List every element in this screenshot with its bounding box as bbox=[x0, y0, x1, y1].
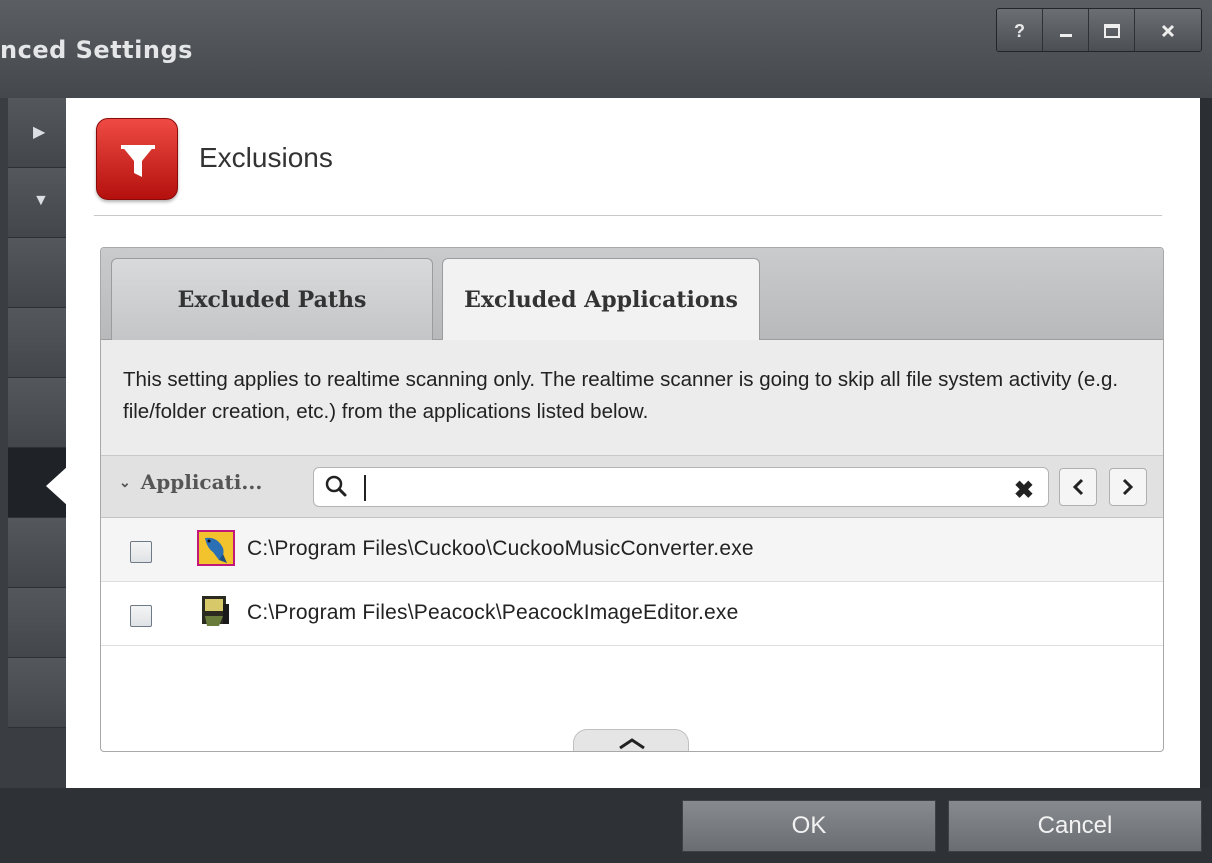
search-input[interactable]: ✖ bbox=[313, 467, 1049, 507]
funnel-icon bbox=[96, 118, 178, 200]
nav-item[interactable] bbox=[8, 518, 66, 588]
exclusions-container: Excluded Paths Excluded Applications Thi… bbox=[100, 247, 1164, 752]
down-arrow-icon: ▼ bbox=[33, 192, 49, 209]
advanced-settings-window: nced Settings ? ▶ ▼ Exclusions Excluded … bbox=[0, 0, 1212, 863]
page-title: Exclusions bbox=[199, 142, 333, 173]
cancel-button[interactable]: Cancel bbox=[948, 800, 1202, 852]
nav-item[interactable] bbox=[8, 308, 66, 378]
chevron-up-icon bbox=[619, 738, 645, 750]
nav-item[interactable] bbox=[8, 378, 66, 448]
minimize-button[interactable] bbox=[1043, 9, 1089, 51]
tab-excluded-paths[interactable]: Excluded Paths bbox=[111, 258, 433, 340]
title-bar: nced Settings ? bbox=[0, 0, 1212, 98]
help-button[interactable]: ? bbox=[997, 9, 1043, 51]
app-path: C:\Program Files\Peacock\PeacockImageEdi… bbox=[247, 601, 739, 624]
footer: OK Cancel bbox=[0, 788, 1212, 863]
description-text: This setting applies to realtime scannin… bbox=[101, 340, 1163, 456]
ok-button[interactable]: OK bbox=[682, 800, 936, 852]
close-button[interactable] bbox=[1135, 9, 1201, 51]
chevron-right-icon bbox=[1122, 478, 1134, 496]
list-item[interactable]: C:\Program Files\Peacock\PeacockImageEdi… bbox=[101, 582, 1163, 646]
search-icon bbox=[325, 475, 347, 497]
cuckoo-app-icon bbox=[197, 530, 235, 566]
list-item[interactable]: C:\Program Files\Cuckoo\CuckooMusicConve… bbox=[101, 518, 1163, 582]
nav-item[interactable] bbox=[8, 588, 66, 658]
text-caret bbox=[364, 475, 366, 501]
chevron-left-icon bbox=[1072, 478, 1084, 496]
tab-excluded-applications[interactable]: Excluded Applications bbox=[442, 258, 760, 341]
app-checkbox[interactable] bbox=[130, 605, 152, 627]
divider bbox=[94, 215, 1162, 216]
close-icon bbox=[1161, 24, 1175, 38]
next-button[interactable] bbox=[1109, 468, 1147, 506]
clear-search-icon[interactable]: ✖ bbox=[1014, 476, 1034, 505]
collapse-handle[interactable] bbox=[573, 729, 689, 751]
column-header-applications[interactable]: ⌄ Applicati... bbox=[119, 470, 262, 494]
app-checkbox[interactable] bbox=[130, 541, 152, 563]
play-arrow-icon: ▶ bbox=[33, 124, 46, 141]
minimize-icon bbox=[1059, 34, 1072, 37]
app-path: C:\Program Files\Cuckoo\CuckooMusicConve… bbox=[247, 537, 754, 560]
nav-selection-pointer bbox=[46, 466, 68, 506]
chevron-down-icon: ⌄ bbox=[119, 475, 131, 491]
window-title: nced Settings bbox=[0, 36, 193, 64]
nav-expand-button[interactable]: ▶ bbox=[8, 98, 66, 168]
nav-item[interactable] bbox=[8, 238, 66, 308]
previous-button[interactable] bbox=[1059, 468, 1097, 506]
column-header-label: Applicati... bbox=[140, 470, 263, 494]
nav-item[interactable] bbox=[8, 658, 66, 728]
peacock-app-icon bbox=[202, 596, 229, 626]
main-panel: Exclusions Excluded Paths Excluded Appli… bbox=[66, 98, 1200, 788]
filter-bar: ⌄ Applicati... ✖ bbox=[101, 456, 1163, 518]
tab-strip: Excluded Paths Excluded Applications bbox=[101, 248, 1163, 341]
nav-collapse-button[interactable]: ▼ bbox=[8, 168, 66, 238]
maximize-icon bbox=[1103, 24, 1120, 38]
left-nav: ▶ ▼ bbox=[0, 98, 66, 788]
applications-list: C:\Program Files\Cuckoo\CuckooMusicConve… bbox=[101, 518, 1163, 646]
maximize-button[interactable] bbox=[1089, 9, 1135, 51]
window-controls: ? bbox=[996, 8, 1202, 52]
